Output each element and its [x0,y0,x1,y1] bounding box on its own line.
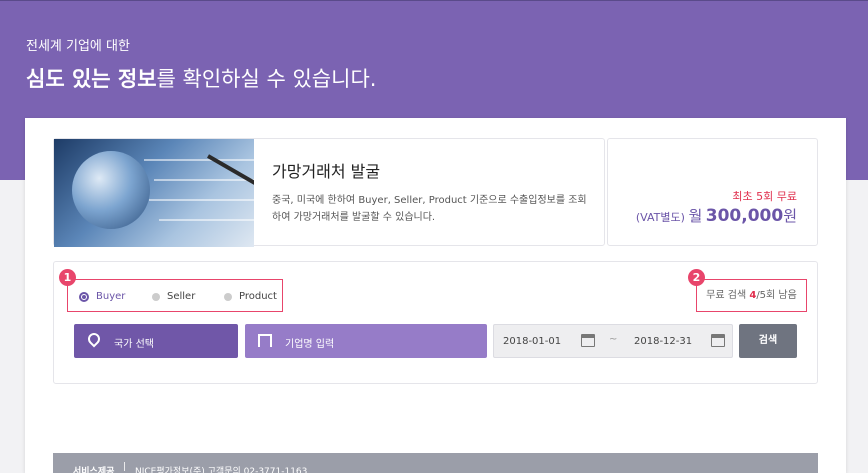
radio-seller[interactable]: Seller [152,291,195,302]
footer-text: NICE평가정보(주) 고객문의 02-3771-1163 [135,467,308,473]
vat-note: (VAT별도) [635,211,685,224]
remaining-suffix: /5회 남음 [756,290,797,301]
start-date-input[interactable]: 2018-01-01 [503,336,561,347]
hero-subtitle: 전세계 기업에 대한 [26,39,130,54]
calendar-icon[interactable] [581,334,595,347]
search-panel: 1 Buyer Seller Product 2 무료 검색 4/5회 남음 국… [53,261,818,384]
building-icon [258,334,272,347]
search-button[interactable]: 검색 [739,324,797,358]
product-title: 가망거래처 발굴 [272,162,381,181]
end-date-input[interactable]: 2018-12-31 [634,336,692,347]
footer-bar: 서비스제공 | NICE평가정보(주) 고객문의 02-3771-1163 [53,453,818,473]
globe-image [72,151,150,229]
price-unit-suffix: 원 [783,207,797,225]
footer-label: 서비스제공 [73,467,115,473]
company-name-input[interactable]: 기업명 입력 [245,324,487,358]
price-box: 최초 5회 무료 (VAT별도) 월 300,000원 [607,138,818,246]
price-unit-prefix: 월 [688,207,703,225]
country-select-label: 국가 선택 [114,339,154,350]
radio-product[interactable]: Product [224,291,277,302]
radio-buyer-label: Buyer [96,291,126,302]
main-card: 가망거래처 발굴 중국, 미국에 한하여 Buyer, Seller, Prod… [25,118,846,473]
price-line: (VAT별도) 월 300,000원 [636,205,797,226]
product-info-box: 가망거래처 발굴 중국, 미국에 한하여 Buyer, Seller, Prod… [53,138,605,247]
promo-text: 최초 5회 무료 [732,190,797,203]
remaining-searches: 무료 검색 4/5회 남음 [696,279,807,312]
calendar-icon[interactable] [711,334,725,347]
date-range-picker: 2018-01-01 ~ 2018-12-31 [493,324,733,358]
hero-title-bold: 심도 있는 정보 [26,67,157,91]
radio-seller-label: Seller [167,291,196,302]
radio-buyer[interactable]: Buyer [79,291,125,302]
hero-title-rest: 를 확인하실 수 있습니다. [156,67,377,91]
company-name-placeholder: 기업명 입력 [285,339,335,350]
country-select-button[interactable]: 국가 선택 [74,324,238,358]
radio-dot-icon [152,292,160,301]
radio-dot-icon [224,292,232,301]
price-amount: 300,000 [705,206,784,226]
remaining-prefix: 무료 검색 [706,290,750,301]
radio-selected-icon [79,291,89,302]
step-badge-2: 2 [688,269,705,286]
search-type-radio-group: Buyer Seller Product [67,279,283,312]
location-pin-icon [85,330,103,348]
product-thumbnail [54,139,254,247]
footer-separator: | [123,462,127,472]
date-separator: ~ [609,334,618,345]
hero-title: 심도 있는 정보를 확인하실 수 있습니다. [26,63,376,93]
step-badge-1: 1 [59,269,76,286]
product-description: 중국, 미국에 한하여 Buyer, Seller, Product 기준으로 … [272,195,587,223]
radio-product-label: Product [239,291,277,302]
